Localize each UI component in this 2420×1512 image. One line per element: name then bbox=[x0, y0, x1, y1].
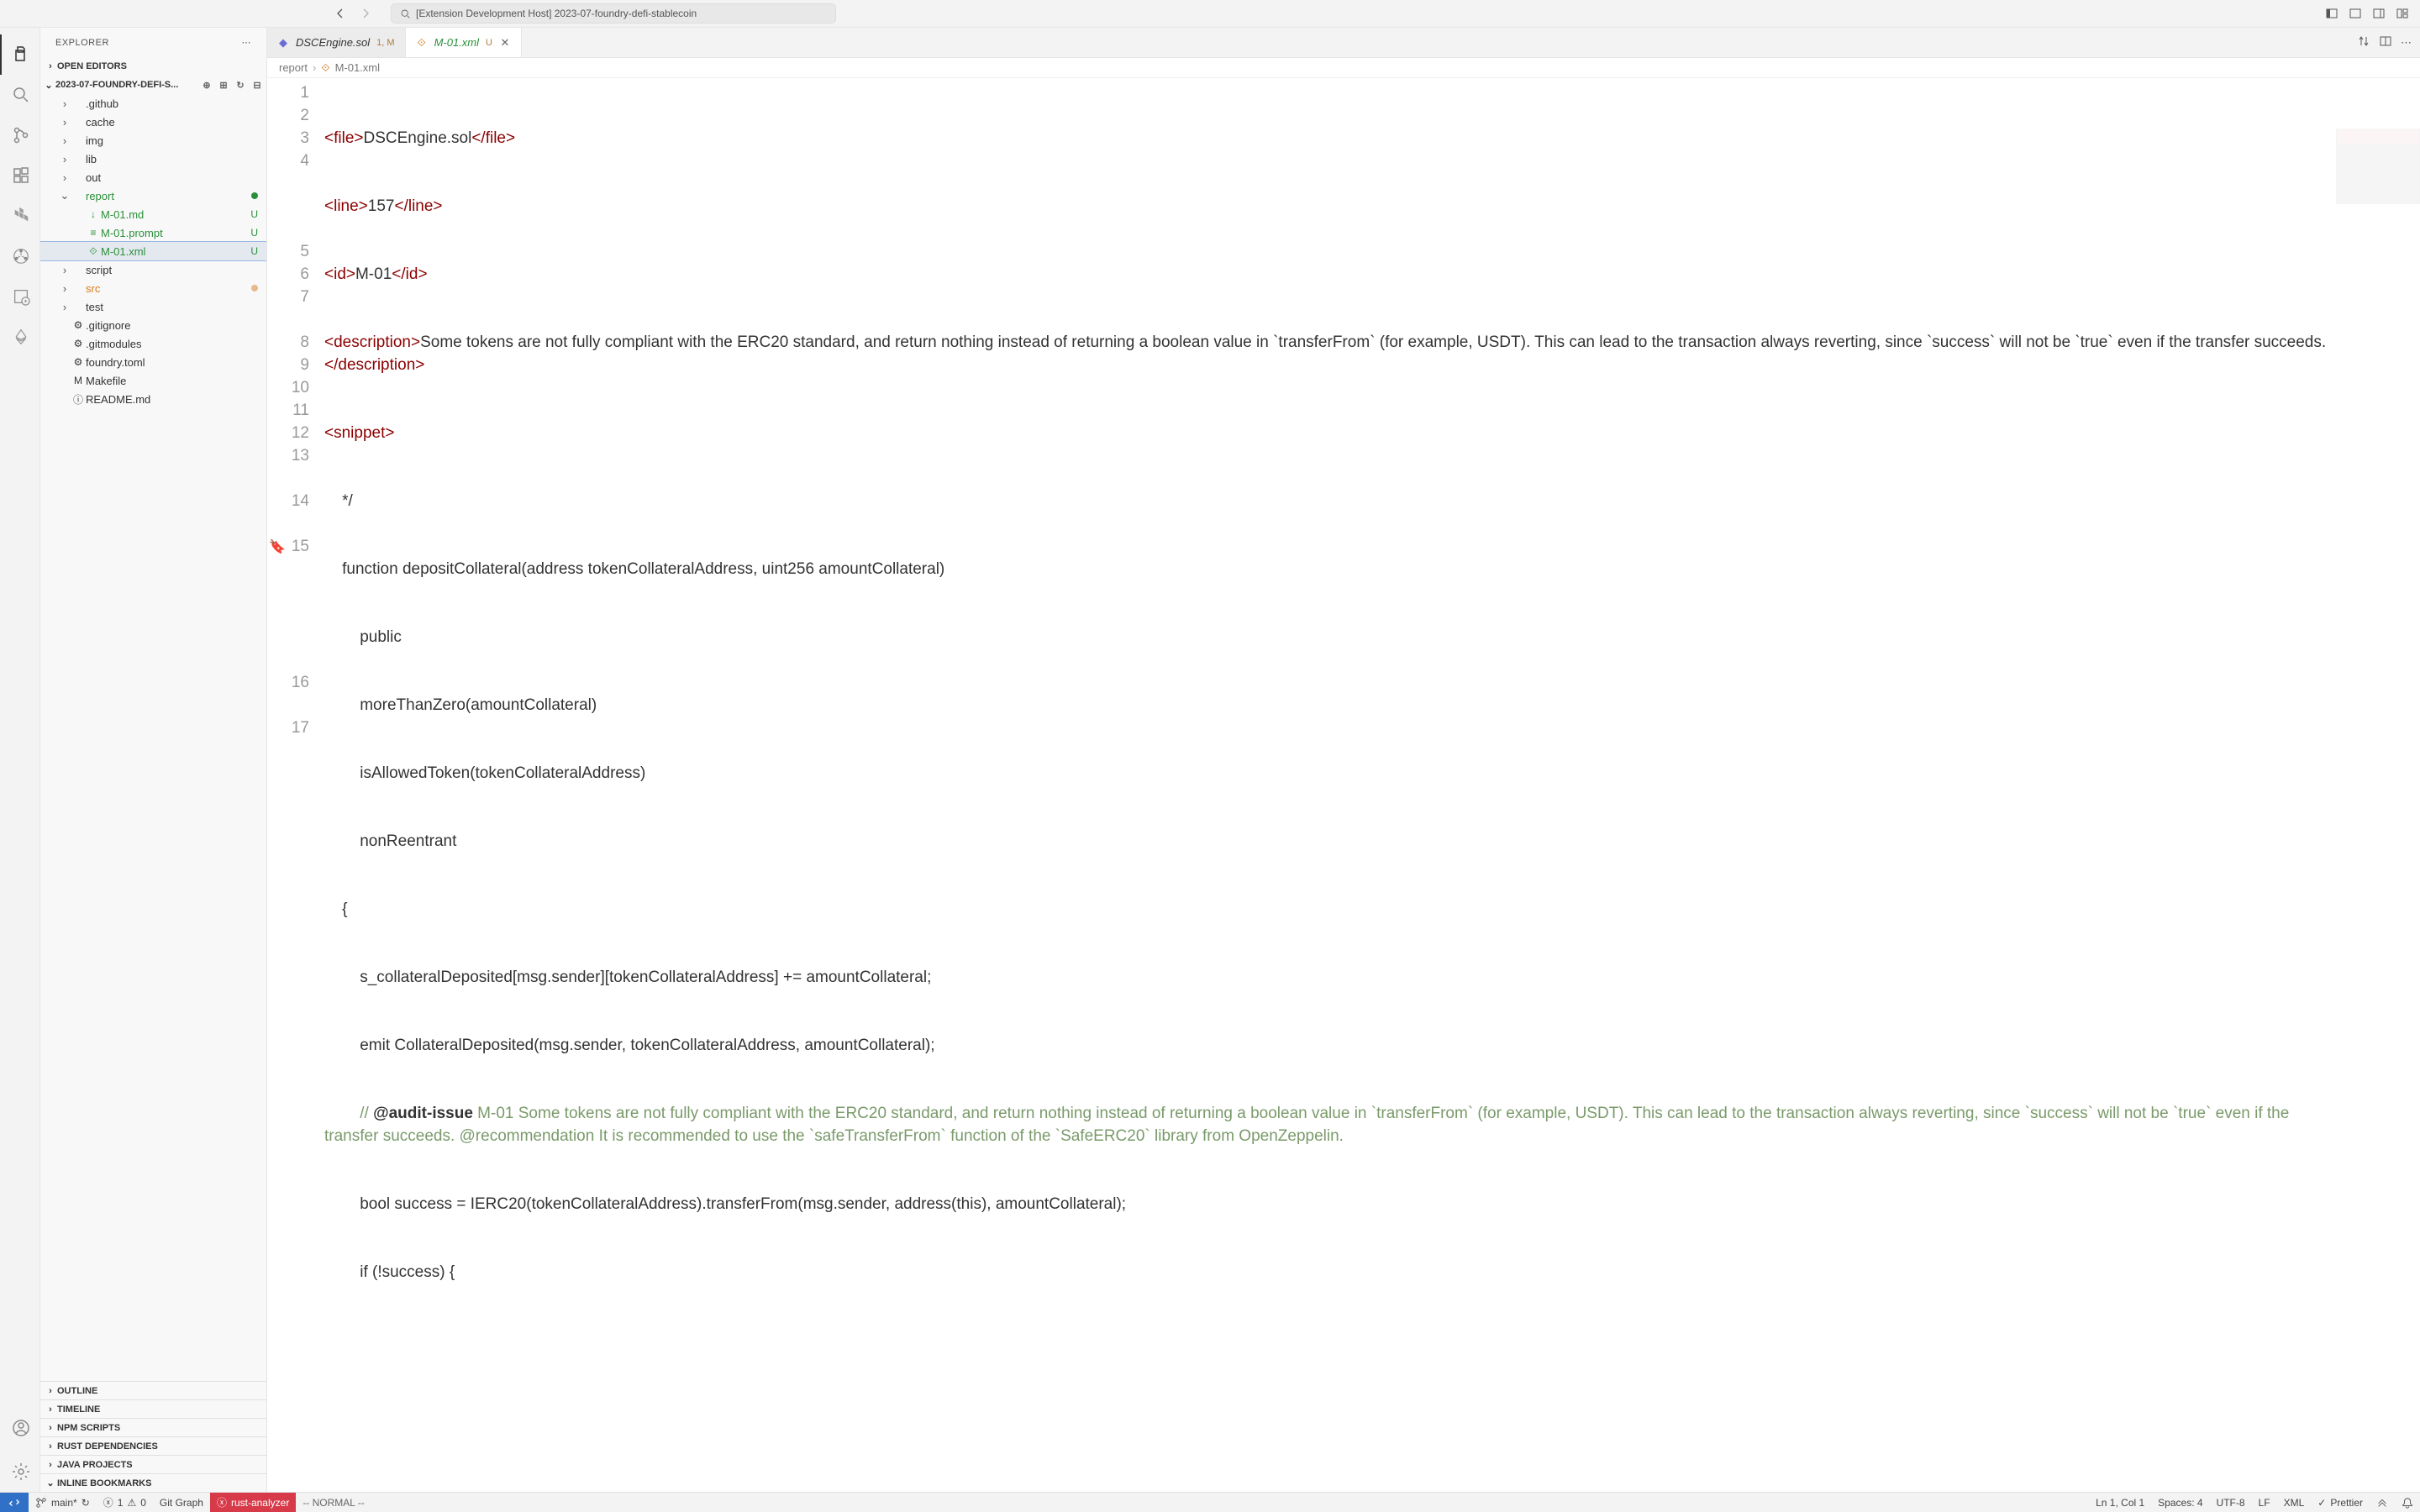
remote-button[interactable] bbox=[0, 1493, 29, 1512]
activity-explorer[interactable] bbox=[0, 34, 40, 75]
tree-item-M-01.prompt[interactable]: ≡M-01.promptU bbox=[40, 223, 266, 242]
activity-terraform[interactable] bbox=[0, 196, 40, 236]
layout-customize-icon[interactable] bbox=[2393, 4, 2412, 23]
activity-extensions[interactable] bbox=[0, 155, 40, 196]
feedback-icon[interactable] bbox=[2370, 1497, 2395, 1509]
section-npm[interactable]: ›NPM SCRIPTS bbox=[40, 1418, 266, 1436]
git-branch[interactable]: main*↻ bbox=[29, 1493, 97, 1512]
prettier-status[interactable]: ✓Prettier bbox=[2311, 1497, 2370, 1509]
tree-item-src[interactable]: ›src bbox=[40, 279, 266, 297]
language-mode[interactable]: XML bbox=[2277, 1497, 2312, 1509]
explorer-more-icon[interactable]: ⋯ bbox=[242, 37, 252, 48]
section-rust[interactable]: ›RUST DEPENDENCIES bbox=[40, 1436, 266, 1455]
new-folder-icon[interactable]: ⊞ bbox=[216, 80, 231, 91]
section-java[interactable]: ›JAVA PROJECTS bbox=[40, 1455, 266, 1473]
activity-eth[interactable] bbox=[0, 317, 40, 357]
tree-item-img[interactable]: ›img bbox=[40, 131, 266, 150]
explorer-sidebar: EXPLORER ⋯ ›OPEN EDITORS ⌄2023-07-FOUNDR… bbox=[40, 28, 267, 1492]
nav-back-button[interactable] bbox=[332, 5, 349, 22]
minimap[interactable] bbox=[2336, 129, 2420, 204]
tree-item-README.md[interactable]: ⓘREADME.md bbox=[40, 390, 266, 408]
bookmark-icon[interactable]: 🔖 bbox=[269, 538, 286, 555]
section-open-editors[interactable]: ›OPEN EDITORS bbox=[40, 57, 266, 76]
tree-item-out[interactable]: ›out bbox=[40, 168, 266, 186]
layout-sidebar-right-icon[interactable] bbox=[2370, 4, 2388, 23]
breadcrumb-file[interactable]: M-01.xml bbox=[335, 61, 380, 74]
tab-close-icon[interactable]: ✕ bbox=[499, 36, 511, 50]
layout-panel-icon[interactable] bbox=[2346, 4, 2365, 23]
refresh-icon[interactable]: ↻ bbox=[233, 80, 248, 91]
nav-forward-button[interactable] bbox=[357, 5, 374, 22]
activity-bar bbox=[0, 28, 40, 1492]
tree-item-M-01.md[interactable]: ↓M-01.mdU bbox=[40, 205, 266, 223]
indentation[interactable]: Spaces: 4 bbox=[2151, 1497, 2209, 1509]
activity-search[interactable] bbox=[0, 75, 40, 115]
activity-accounts[interactable] bbox=[0, 1408, 40, 1448]
tree-item-report[interactable]: ⌄report bbox=[40, 186, 266, 205]
tree-item-Makefile[interactable]: MMakefile bbox=[40, 371, 266, 390]
git-graph-button[interactable]: Git Graph bbox=[153, 1493, 210, 1512]
problems[interactable]: ⓧ1⚠0 bbox=[97, 1493, 153, 1512]
cursor-position[interactable]: Ln 1, Col 1 bbox=[2089, 1497, 2151, 1509]
line-numbers: 1234567891011121314151617 bbox=[267, 78, 324, 1492]
breadcrumb-folder[interactable]: report bbox=[279, 61, 308, 74]
section-timeline[interactable]: ›TIMELINE bbox=[40, 1399, 266, 1418]
breadcrumb[interactable]: report › ⟐ M-01.xml bbox=[267, 58, 2420, 78]
tree-item-.gitignore[interactable]: ⚙.gitignore bbox=[40, 316, 266, 334]
tree-item-M-01.xml[interactable]: ⟐M-01.xmlU bbox=[40, 242, 266, 260]
tree-item-lib[interactable]: ›lib bbox=[40, 150, 266, 168]
compare-changes-icon[interactable] bbox=[2357, 34, 2370, 50]
section-bookmarks[interactable]: ⌄INLINE BOOKMARKS bbox=[40, 1473, 266, 1492]
vim-mode: -- NORMAL -- bbox=[296, 1493, 371, 1512]
collapse-icon[interactable]: ⊟ bbox=[250, 80, 265, 91]
code-editor[interactable]: 🔖 1234567891011121314151617 <file>DSCEng… bbox=[267, 78, 2420, 1492]
command-center-label: [Extension Development Host] 2023-07-fou… bbox=[416, 8, 697, 19]
tab-more-icon[interactable]: ⋯ bbox=[2401, 36, 2412, 50]
tree-item-.gitmodules[interactable]: ⚙.gitmodules bbox=[40, 334, 266, 353]
status-bar: main*↻ ⓧ1⚠0 Git Graph ⓧrust-analyzer -- … bbox=[0, 1492, 2420, 1512]
tab-DSCEngine.sol[interactable]: ◆DSCEngine.sol1, M bbox=[267, 28, 406, 57]
xml-icon: ⟐ bbox=[321, 61, 329, 75]
rust-analyzer-status[interactable]: ⓧrust-analyzer bbox=[210, 1493, 296, 1512]
titlebar: [Extension Development Host] 2023-07-fou… bbox=[0, 0, 2420, 28]
code-content[interactable]: <file>DSCEngine.sol</file> <line>157</li… bbox=[324, 78, 2420, 1492]
activity-run-ext[interactable] bbox=[0, 276, 40, 317]
section-outline[interactable]: ›OUTLINE bbox=[40, 1381, 266, 1399]
tab-M-01.xml[interactable]: ⟐M-01.xmlU✕ bbox=[406, 28, 522, 57]
tabs: ◆DSCEngine.sol1, M⟐M-01.xmlU✕ ⋯ bbox=[267, 28, 2420, 58]
activity-settings[interactable] bbox=[0, 1452, 40, 1492]
tree-item-.github[interactable]: ›.github bbox=[40, 94, 266, 113]
notifications-icon[interactable] bbox=[2395, 1497, 2420, 1509]
explorer-title: EXPLORER bbox=[55, 38, 109, 48]
search-icon bbox=[400, 8, 411, 19]
tree-item-test[interactable]: ›test bbox=[40, 297, 266, 316]
section-project[interactable]: ⌄2023-07-FOUNDRY-DEFI-S... ⊕ ⊞ ↻ ⊟ bbox=[40, 76, 266, 94]
activity-graph[interactable] bbox=[0, 236, 40, 276]
activity-source-control[interactable] bbox=[0, 115, 40, 155]
new-file-icon[interactable]: ⊕ bbox=[199, 80, 214, 91]
split-editor-icon[interactable] bbox=[2379, 34, 2392, 50]
encoding[interactable]: UTF-8 bbox=[2210, 1497, 2252, 1509]
tree-item-foundry.toml[interactable]: ⚙foundry.toml bbox=[40, 353, 266, 371]
layout-sidebar-left-icon[interactable] bbox=[2323, 4, 2341, 23]
command-center[interactable]: [Extension Development Host] 2023-07-fou… bbox=[391, 3, 836, 24]
tree-item-script[interactable]: ›script bbox=[40, 260, 266, 279]
tree-item-cache[interactable]: ›cache bbox=[40, 113, 266, 131]
eol[interactable]: LF bbox=[2252, 1497, 2277, 1509]
editor-area: ◆DSCEngine.sol1, M⟐M-01.xmlU✕ ⋯ report ›… bbox=[267, 28, 2420, 1492]
